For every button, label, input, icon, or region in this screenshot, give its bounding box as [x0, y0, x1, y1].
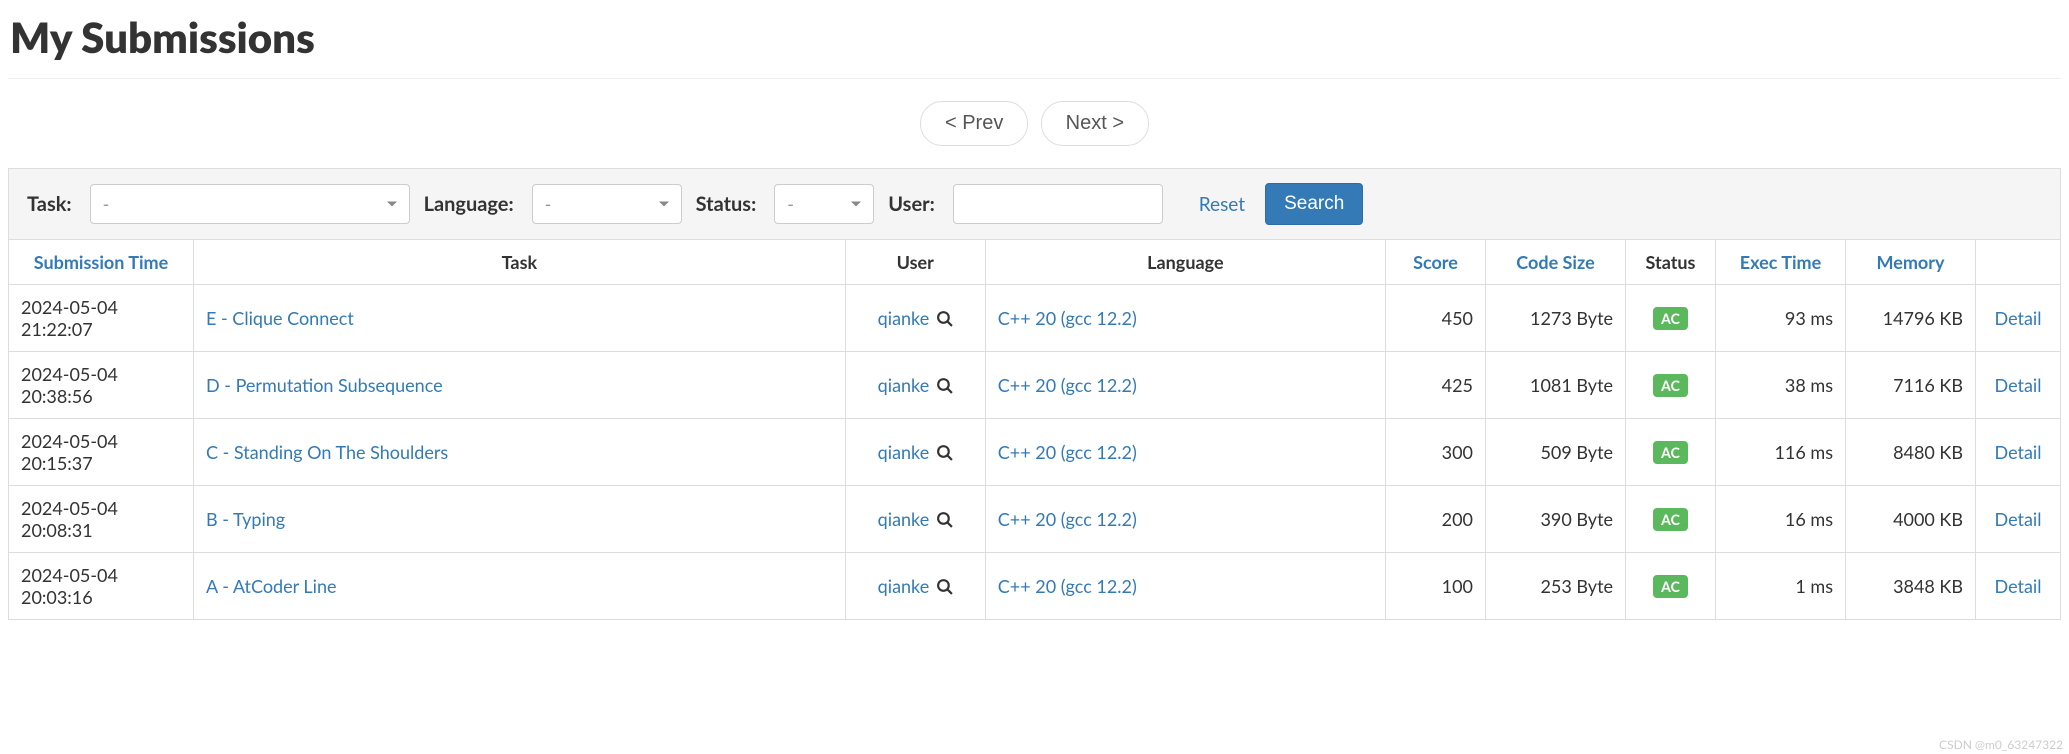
col-submission-time[interactable]: Submission Time	[34, 251, 168, 273]
col-language: Language	[985, 240, 1385, 285]
detail-link[interactable]: Detail	[1995, 575, 2042, 597]
cell-time: 2024-05-04 20:03:16	[9, 553, 194, 620]
cell-score: 200	[1386, 486, 1486, 553]
task-label: Task:	[27, 192, 72, 216]
table-row: 2024-05-04 21:22:07 E - Clique Connect qia…	[9, 285, 2061, 352]
detail-link[interactable]: Detail	[1995, 441, 2042, 463]
col-status: Status	[1626, 240, 1716, 285]
submissions-table: Submission Time Task User Language Score…	[8, 239, 2061, 620]
search-icon[interactable]	[934, 508, 953, 530]
cell-mem: 8480 KB	[1846, 419, 1976, 486]
cell-exec: 38 ms	[1716, 352, 1846, 419]
cell-score: 425	[1386, 352, 1486, 419]
col-detail	[1976, 240, 2061, 285]
table-header-row: Submission Time Task User Language Score…	[9, 240, 2061, 285]
pager: < Prev Next >	[8, 101, 2061, 146]
col-code-size[interactable]: Code Size	[1516, 251, 1594, 273]
status-badge: AC	[1653, 374, 1688, 397]
cell-time: 2024-05-04 21:22:07	[9, 285, 194, 352]
language-link[interactable]: C++ 20 (gcc 12.2)	[998, 575, 1137, 597]
language-link[interactable]: C++ 20 (gcc 12.2)	[998, 307, 1137, 329]
task-select[interactable]: -	[90, 184, 410, 224]
col-user: User	[845, 240, 985, 285]
detail-link[interactable]: Detail	[1995, 374, 2042, 396]
cell-exec: 116 ms	[1716, 419, 1846, 486]
detail-link[interactable]: Detail	[1995, 508, 2042, 530]
next-button[interactable]: Next >	[1041, 101, 1149, 146]
col-task: Task	[194, 240, 846, 285]
prev-button[interactable]: < Prev	[920, 101, 1028, 146]
cell-size: 1273 Byte	[1486, 285, 1626, 352]
language-link[interactable]: C++ 20 (gcc 12.2)	[998, 374, 1137, 396]
search-icon[interactable]	[934, 441, 953, 463]
page-title: My Submissions	[10, 12, 2061, 62]
user-input[interactable]	[953, 184, 1163, 224]
cell-exec: 16 ms	[1716, 486, 1846, 553]
language-label: Language:	[424, 192, 514, 216]
watermark: CSDN @m0_63247322	[1939, 737, 2063, 752]
search-icon[interactable]	[934, 575, 953, 597]
user-link[interactable]: qianke	[878, 508, 930, 530]
cell-score: 300	[1386, 419, 1486, 486]
search-icon[interactable]	[934, 374, 953, 396]
task-link[interactable]: A - AtCoder Line	[206, 575, 337, 597]
task-link[interactable]: D - Permutation Subsequence	[206, 374, 443, 396]
language-link[interactable]: C++ 20 (gcc 12.2)	[998, 441, 1137, 463]
user-link[interactable]: qianke	[878, 374, 930, 396]
cell-exec: 1 ms	[1716, 553, 1846, 620]
cell-mem: 7116 KB	[1846, 352, 1976, 419]
cell-time: 2024-05-04 20:38:56	[9, 352, 194, 419]
cell-size: 509 Byte	[1486, 419, 1626, 486]
detail-link[interactable]: Detail	[1995, 307, 2042, 329]
cell-score: 450	[1386, 285, 1486, 352]
search-button[interactable]: Search	[1265, 183, 1363, 225]
reset-link[interactable]: Reset	[1199, 193, 1245, 216]
status-select[interactable]: -	[774, 184, 874, 224]
status-label: Status:	[696, 192, 757, 216]
cell-size: 253 Byte	[1486, 553, 1626, 620]
cell-size: 390 Byte	[1486, 486, 1626, 553]
cell-size: 1081 Byte	[1486, 352, 1626, 419]
col-memory[interactable]: Memory	[1877, 251, 1945, 273]
user-link[interactable]: qianke	[878, 307, 930, 329]
language-select[interactable]: -	[532, 184, 682, 224]
col-exec-time[interactable]: Exec Time	[1740, 251, 1821, 273]
cell-exec: 93 ms	[1716, 285, 1846, 352]
cell-mem: 14796 KB	[1846, 285, 1976, 352]
table-row: 2024-05-04 20:38:56 D - Permutation Subse…	[9, 352, 2061, 419]
divider	[8, 78, 2061, 79]
table-row: 2024-05-04 20:15:37 C - Standing On The S…	[9, 419, 2061, 486]
cell-mem: 3848 KB	[1846, 553, 1976, 620]
search-icon[interactable]	[934, 307, 953, 329]
task-link[interactable]: E - Clique Connect	[206, 307, 354, 329]
status-badge: AC	[1653, 575, 1688, 598]
language-link[interactable]: C++ 20 (gcc 12.2)	[998, 508, 1137, 530]
user-link[interactable]: qianke	[878, 575, 930, 597]
cell-score: 100	[1386, 553, 1486, 620]
col-score[interactable]: Score	[1413, 251, 1458, 273]
cell-mem: 4000 KB	[1846, 486, 1976, 553]
status-badge: AC	[1653, 441, 1688, 464]
task-link[interactable]: B - Typing	[206, 508, 285, 530]
status-badge: AC	[1653, 508, 1688, 531]
table-row: 2024-05-04 20:03:16 A - AtCoder Line qiank…	[9, 553, 2061, 620]
cell-time: 2024-05-04 20:08:31	[9, 486, 194, 553]
status-badge: AC	[1653, 307, 1688, 330]
user-label: User:	[888, 192, 935, 216]
task-link[interactable]: C - Standing On The Shoulders	[206, 441, 448, 463]
cell-time: 2024-05-04 20:15:37	[9, 419, 194, 486]
table-row: 2024-05-04 20:08:31 B - Typing qianke C++ …	[9, 486, 2061, 553]
user-link[interactable]: qianke	[878, 441, 930, 463]
filter-panel: Task: - Language: - Status: - User: Rese…	[8, 168, 2061, 240]
